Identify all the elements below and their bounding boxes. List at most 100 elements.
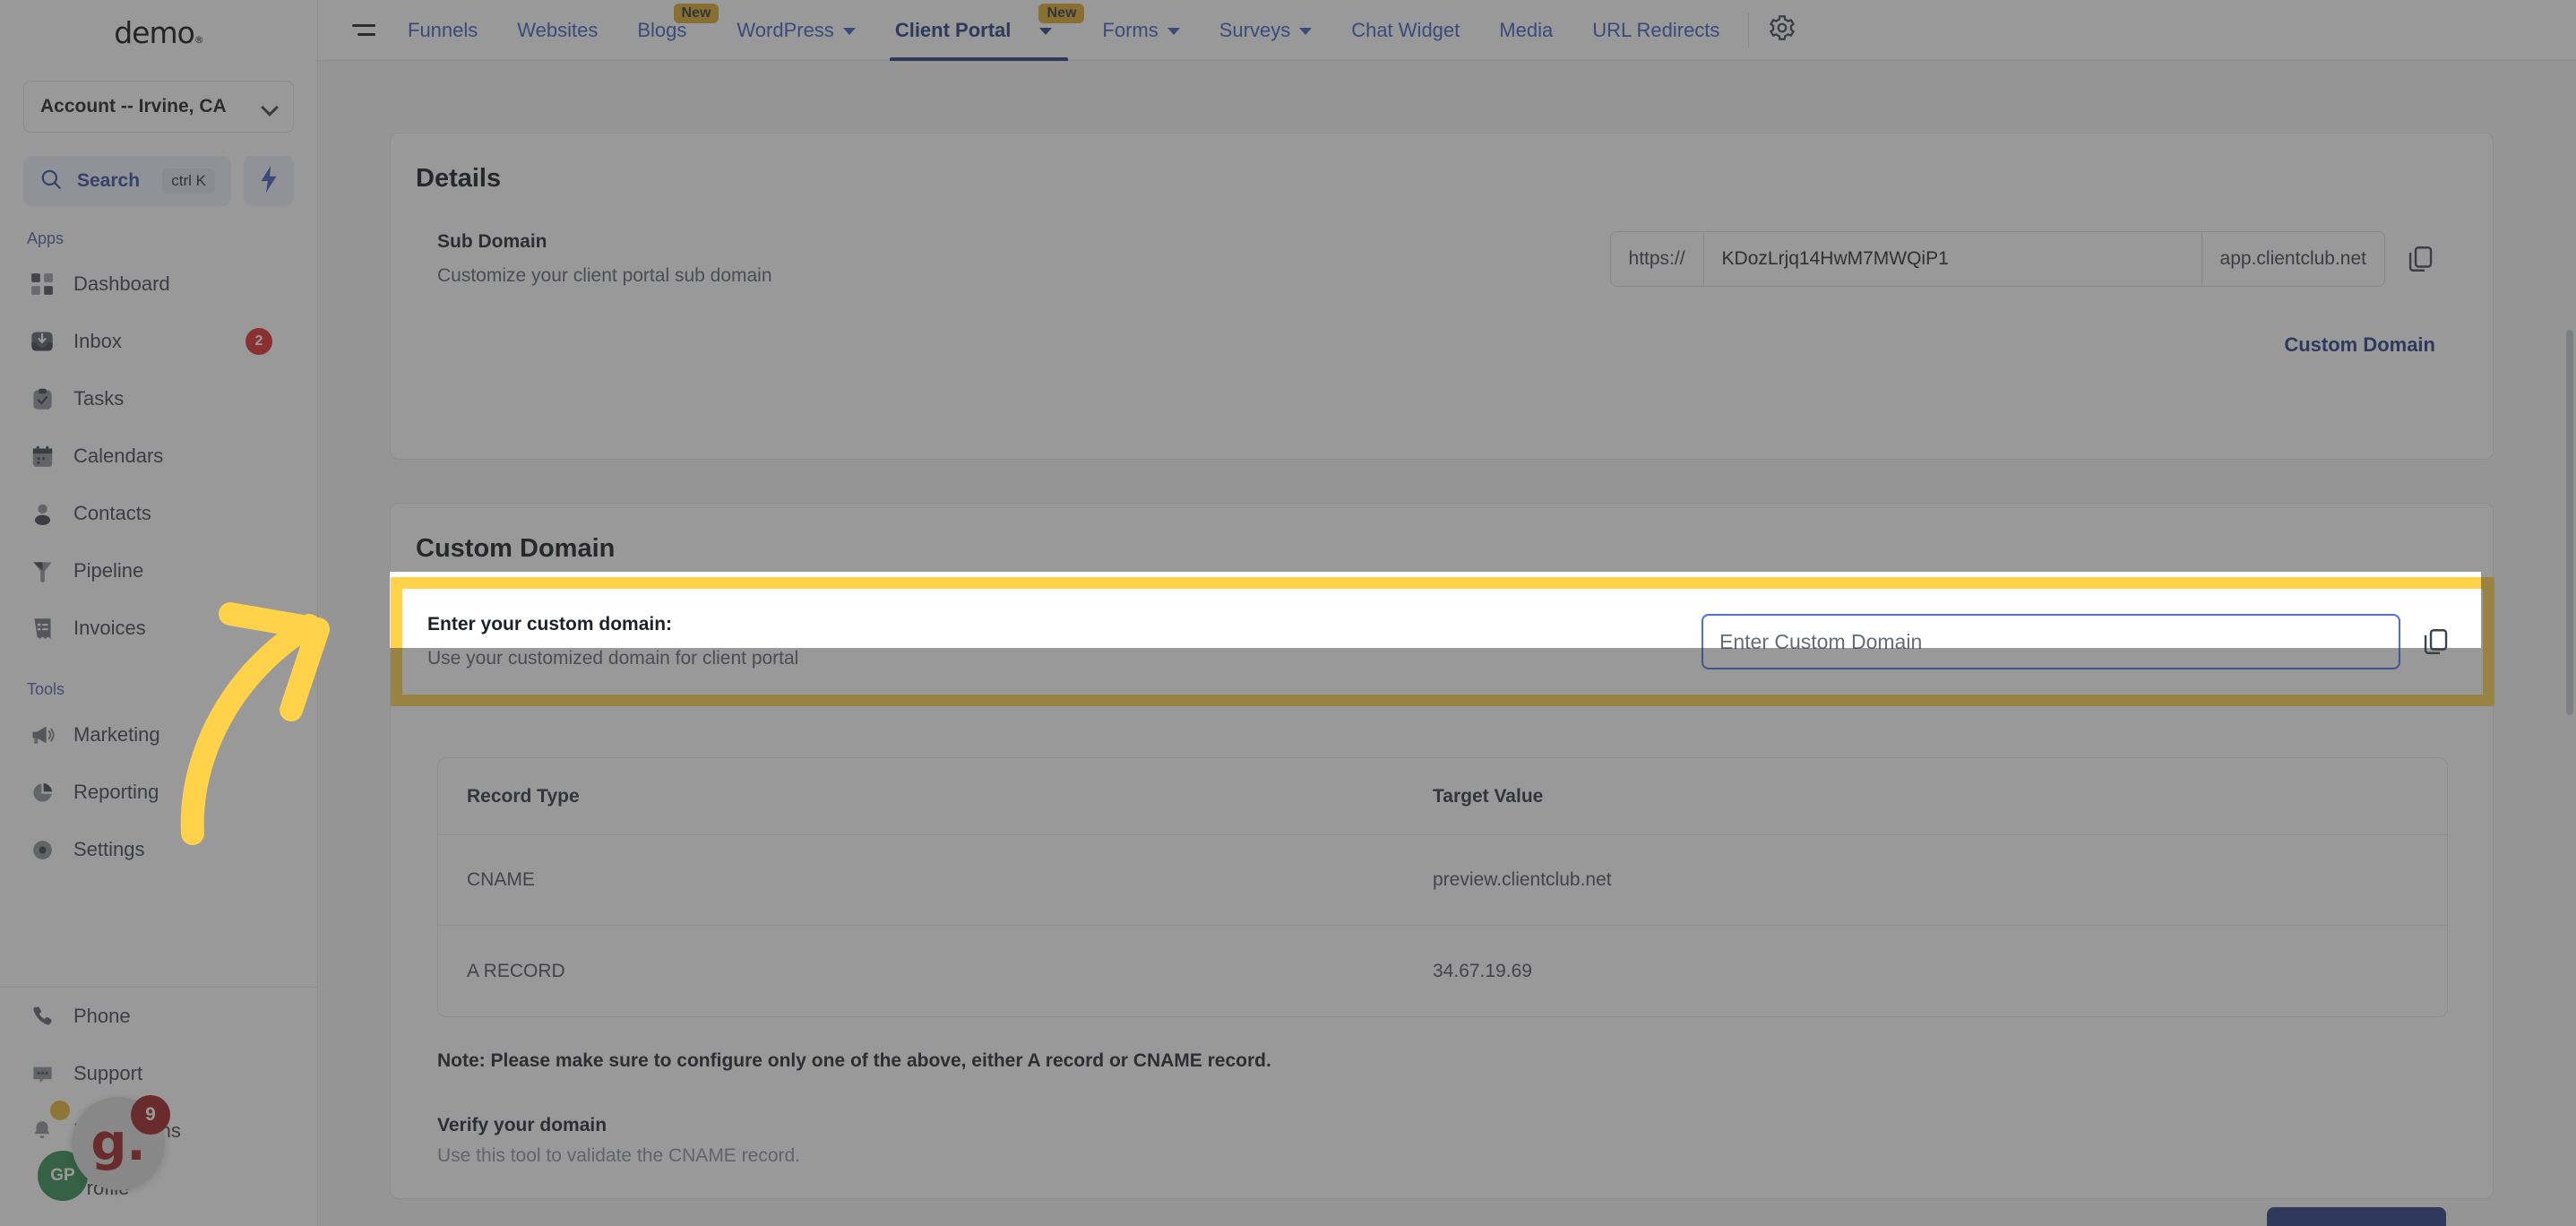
sidebar-item-tasks[interactable]: Tasks (13, 370, 305, 427)
sidebar-group-label-tools: Tools (27, 680, 65, 698)
tab-wordpress[interactable]: WordPress (717, 0, 874, 61)
copy-icon[interactable] (2420, 626, 2451, 657)
funnel-icon (29, 557, 56, 584)
sidebar-item-calendars[interactable]: Calendars (13, 427, 305, 485)
brand-row: demo® (0, 0, 317, 65)
sub-domain-prefix: https:// (1610, 232, 1704, 286)
tab-websites[interactable]: Websites (497, 0, 617, 61)
custom-domain-field-group (1702, 614, 2451, 669)
custom-domain-link[interactable]: Custom Domain (391, 287, 2493, 357)
app-root: demo® Account -- Irvine, CA Search ctrl … (0, 0, 2576, 1226)
sub-domain-input-group: https:// app.clientclub.net (1609, 231, 2385, 287)
sidebar-item-marketing[interactable]: Marketing (13, 706, 305, 764)
tab-label: Client Portal (894, 18, 1012, 41)
sub-domain-text: Sub Domain Customize your client portal … (437, 231, 772, 287)
hamburger-line (352, 24, 375, 27)
save-button[interactable] (2267, 1207, 2446, 1226)
inbox-icon (29, 328, 56, 355)
tab-blogs[interactable]: Blogs New (617, 0, 719, 61)
scrollbar-thumb[interactable] (2566, 330, 2573, 715)
nav-divider (1748, 13, 1750, 47)
sidebar-item-inbox[interactable]: Inbox 2 (13, 313, 305, 370)
copy-icon[interactable] (2405, 244, 2435, 274)
tab-label: WordPress (737, 18, 834, 41)
hamburger-icon[interactable] (336, 11, 375, 50)
tab-label: Chat Widget (1351, 18, 1460, 41)
clipboard-check-icon (29, 385, 56, 412)
sub-domain-title: Sub Domain (437, 231, 547, 252)
gear-icon (1768, 13, 1796, 47)
lightning-bolt-icon (257, 165, 280, 197)
custom-domain-link-label: Custom Domain (2284, 333, 2435, 356)
tab-label: Funnels (408, 18, 478, 41)
tab-funnels[interactable]: Funnels (388, 0, 497, 61)
enter-domain-text: Enter your custom domain: Use your custo… (427, 614, 798, 669)
sidebar-item-dashboard[interactable]: Dashboard (13, 255, 305, 313)
sidebar-item-reporting[interactable]: Reporting (13, 764, 305, 821)
sub-domain-row: Sub Domain Customize your client portal … (391, 194, 2493, 287)
inbox-unread-badge: 2 (246, 328, 272, 355)
new-badge: New (1038, 3, 1085, 23)
sidebar-item-invoices[interactable]: Invoices (13, 600, 305, 657)
sidebar-item-support[interactable]: Support (13, 1045, 305, 1102)
highlighted-domain-section: Enter your custom domain: Use your custo… (391, 577, 2494, 706)
chat-dots-icon (29, 1060, 56, 1087)
invoice-list-icon (29, 615, 56, 642)
enter-domain-row: Enter your custom domain: Use your custo… (402, 589, 2483, 695)
account-selector-label: Account -- Irvine, CA (40, 96, 227, 117)
table-row: A RECORD 34.67.19.69 (438, 926, 2447, 1016)
configuration-note: Note: Please make sure to configure only… (437, 1050, 1271, 1071)
dashboard-grid-icon (29, 271, 56, 298)
tab-chat-widget[interactable]: Chat Widget (1331, 0, 1479, 61)
sidebar-item-pipeline[interactable]: Pipeline (13, 542, 305, 600)
sidebar-item-contacts[interactable]: Contacts (13, 485, 305, 542)
search-shortcut-badge: ctrl K (162, 168, 215, 194)
sidebar-item-label: Settings (73, 838, 145, 860)
search-row: Search ctrl K (23, 156, 294, 206)
floating-app-logo[interactable]: g. 9 (72, 1095, 170, 1190)
sidebar-bottom: Phone Support Profile GP g. 9 (0, 971, 317, 1226)
pie-chart-icon (29, 779, 56, 806)
tab-label: Forms (1102, 18, 1159, 41)
sidebar-item-label: Dashboard (73, 272, 170, 295)
tab-media[interactable]: Media (1479, 0, 1572, 61)
sub-domain-suffix: app.clientclub.net (2201, 232, 2384, 286)
search-button[interactable]: Search ctrl K (23, 156, 231, 206)
cell-record-type: A RECORD (467, 960, 565, 981)
sidebar-item-settings[interactable]: Settings (13, 821, 305, 878)
tab-client-portal[interactable]: Client Portal New (875, 0, 1085, 61)
tab-label: Media (1499, 18, 1554, 41)
sidebar-nav-tools: Marketing Reporting Settings (0, 706, 317, 878)
sub-domain-field-group: https:// app.clientclub.net (1609, 231, 2435, 287)
brand-logo-text: demo (114, 14, 195, 50)
details-card-title: Details (416, 164, 502, 193)
cell-record-type: CNAME (467, 869, 535, 890)
verify-domain-description: Use this tool to validate the CNAME reco… (437, 1145, 801, 1166)
brand-logo[interactable]: demo® (114, 14, 204, 50)
column-header-record-type: Record Type (467, 785, 580, 807)
chevron-down-icon (1039, 28, 1053, 35)
table-row: CNAME preview.clientclub.net (438, 835, 2447, 926)
cell-target-value: 34.67.19.69 (1433, 960, 1532, 981)
settings-button[interactable] (1763, 12, 1801, 49)
top-navigation-bar: Funnels Websites Blogs New WordPress Cli… (318, 0, 2576, 61)
tab-label: Surveys (1219, 18, 1291, 41)
custom-domain-input[interactable] (1702, 614, 2400, 669)
sidebar-item-label: Calendars (73, 445, 164, 467)
tab-url-redirects[interactable]: URL Redirects (1572, 0, 1739, 61)
phone-icon (29, 1003, 56, 1030)
quick-action-button[interactable] (244, 156, 294, 206)
sidebar-item-label: Reporting (73, 781, 159, 803)
custom-domain-card: Custom Domain Enter your custom domain: … (390, 503, 2494, 1199)
tab-forms[interactable]: Forms (1082, 0, 1199, 61)
sidebar-item-label: Marketing (73, 723, 160, 746)
sidebar-item-label: Phone (73, 1005, 131, 1027)
status-dot (50, 1101, 70, 1120)
gear-icon (29, 836, 56, 863)
tab-surveys[interactable]: Surveys (1200, 0, 1331, 61)
sidebar-item-phone[interactable]: Phone (13, 988, 305, 1045)
sub-domain-input[interactable] (1703, 232, 2201, 286)
enter-domain-title: Enter your custom domain: (427, 614, 673, 635)
account-selector[interactable]: Account -- Irvine, CA (23, 81, 294, 133)
chevron-down-icon (842, 28, 856, 35)
